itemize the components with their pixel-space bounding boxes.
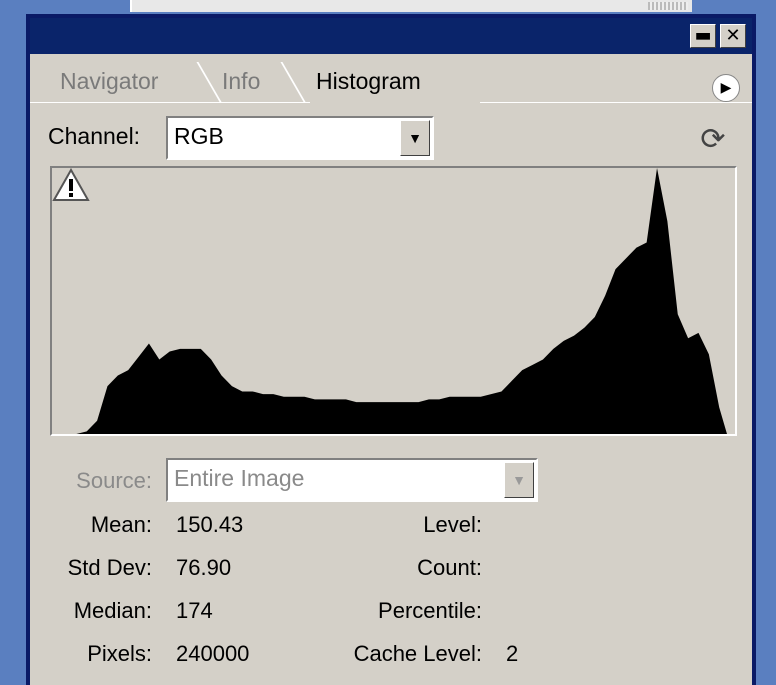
mean-value: 150.43 — [176, 512, 244, 537]
tab-strip: Navigator Info Histogram ▶ — [30, 54, 752, 104]
histogram-area — [66, 168, 727, 434]
channel-label: Channel: — [48, 123, 141, 149]
chevron-down-icon[interactable]: ▼ — [400, 120, 430, 156]
pixels-value: 240000 — [176, 641, 250, 666]
histogram-panel: ▬ ✕ Navigator Info Histogram ▶ Channel: … — [26, 14, 756, 685]
tab-histogram-label: Histogram — [316, 68, 421, 94]
minimize-button[interactable]: ▬ — [690, 24, 716, 48]
tab-info-label: Info — [222, 68, 261, 94]
panel-menu-button[interactable]: ▶ — [712, 74, 740, 102]
source-select-value: Entire Image — [174, 465, 305, 491]
count-label: Count: — [417, 555, 482, 580]
warning-icon[interactable] — [52, 168, 90, 202]
panel-menu-icon: ▶ — [720, 80, 732, 96]
median-label: Median: — [73, 598, 152, 623]
cache-level-label: Cache Level: — [353, 641, 482, 666]
background-scroll-grip — [648, 2, 688, 10]
source-label: Source: — [76, 468, 152, 493]
histogram-svg — [66, 168, 727, 434]
percentile-label: Percentile: — [378, 598, 482, 623]
tab-navigator[interactable]: Navigator — [60, 62, 158, 104]
source-select: Entire Image ▼ — [166, 458, 538, 502]
mean-label: Mean: — [90, 512, 152, 537]
level-label: Level: — [423, 512, 482, 537]
tab-histogram[interactable]: Histogram — [310, 62, 480, 104]
stddev-value: 76.90 — [176, 555, 232, 580]
tab-info[interactable]: Info — [222, 62, 260, 104]
pixels-label: Pixels: — [87, 641, 152, 666]
histogram-chart — [50, 166, 737, 436]
channel-select-value: RGB — [174, 123, 224, 149]
background-document-edge — [130, 0, 692, 12]
minimize-icon: ▬ — [694, 25, 712, 46]
panel-title-bar[interactable]: ▬ ✕ — [30, 18, 752, 54]
close-icon: ✕ — [725, 25, 741, 46]
close-button[interactable]: ✕ — [720, 24, 746, 48]
median-value: 174 — [176, 598, 213, 623]
chevron-down-icon: ▼ — [504, 462, 534, 498]
stddev-label: Std Dev: — [67, 555, 152, 580]
refresh-icon[interactable]: ⟳ — [696, 124, 730, 156]
channel-select[interactable]: RGB ▼ — [166, 116, 434, 160]
tab-navigator-label: Navigator — [60, 68, 159, 94]
cache-level-value: 2 — [506, 641, 519, 666]
